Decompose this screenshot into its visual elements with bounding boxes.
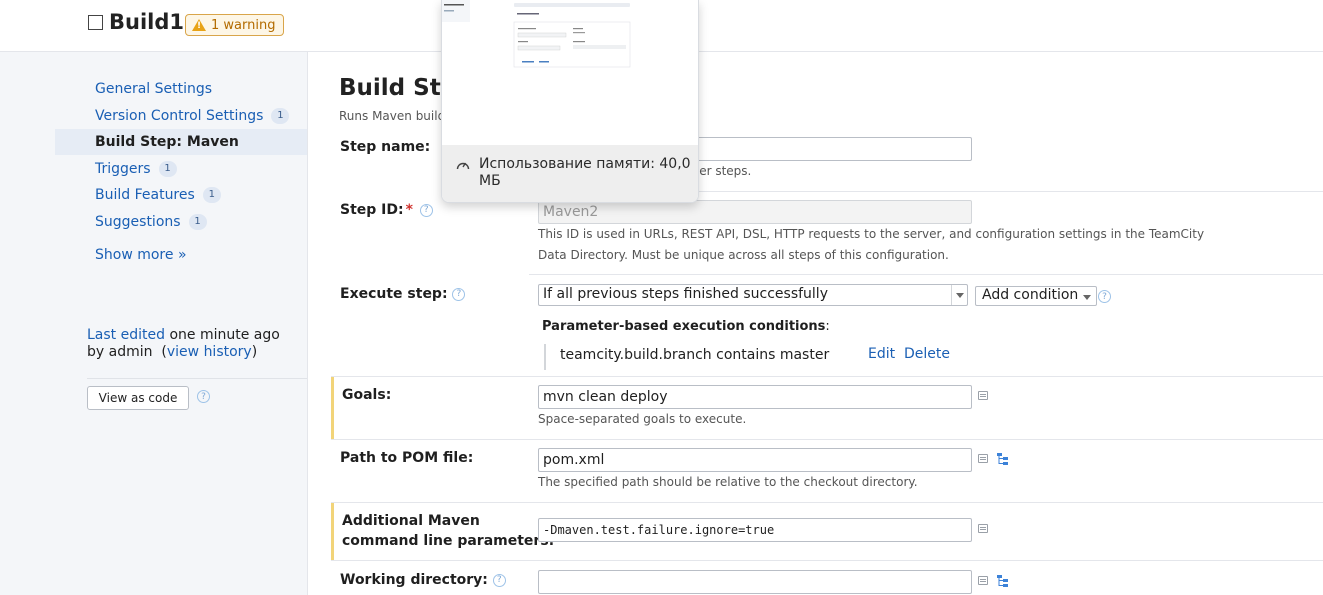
show-more-link[interactable]: Show more »: [95, 247, 187, 263]
maven-params-label: Additional Maven command line parameters…: [342, 513, 555, 549]
sidebar-item-build-step-maven[interactable]: Build Step: Maven: [55, 129, 307, 155]
chevron-down-icon: [951, 285, 967, 305]
count-badge: 1: [158, 161, 177, 177]
count-badge: 1: [271, 108, 290, 124]
step-name-label: Step name:: [340, 139, 431, 155]
sidebar-item-build-features[interactable]: Build Features 1: [55, 182, 307, 208]
sidebar-item-suggestions[interactable]: Suggestions 1: [55, 209, 307, 235]
sidebar-item-label: Build Step: Maven: [95, 134, 239, 150]
count-badge: 1: [202, 187, 221, 203]
text-editor-icon[interactable]: [978, 454, 988, 463]
divider: [87, 378, 307, 379]
text-editor-icon[interactable]: [978, 524, 988, 533]
help-icon[interactable]: ?: [197, 390, 210, 403]
count-badge: 1: [188, 214, 207, 230]
help-icon[interactable]: ?: [452, 287, 466, 301]
step-id-input[interactable]: Maven2: [538, 200, 972, 224]
edited-by: by admin: [87, 344, 153, 360]
goals-hint: Space-separated goals to execute.: [538, 412, 747, 426]
popup-footer: Использование памяти: 40,0 МБ: [442, 145, 698, 202]
page-subtitle: Runs Maven builds: [339, 109, 452, 123]
modified-indicator: [331, 377, 334, 439]
sidebar-item-general-settings[interactable]: General Settings: [55, 76, 307, 102]
divider: [331, 376, 1323, 377]
help-icon[interactable]: ?: [419, 203, 433, 217]
warning-icon: !: [192, 19, 206, 31]
tab-preview-thumbnail: [442, 0, 698, 145]
sidebar-item-label: Suggestions: [95, 214, 181, 230]
build-checkbox[interactable]: [88, 15, 103, 30]
divider: [331, 560, 1323, 561]
execute-step-value: If all previous steps finished successfu…: [543, 286, 828, 302]
divider: [331, 439, 1323, 440]
edit-condition-link[interactable]: Edit: [868, 346, 895, 362]
sidebar-item-version-control[interactable]: Version Control Settings 1: [55, 103, 307, 129]
sidebar-item-triggers[interactable]: Triggers 1: [55, 156, 307, 182]
page-thumbnail: [442, 0, 698, 145]
execute-step-label: Execute step: ?: [340, 284, 466, 304]
pom-label: Path to POM file:: [340, 450, 474, 466]
memory-usage-text: Использование памяти: 40,0 МБ: [479, 156, 691, 189]
pom-hint: The specified path should be relative to…: [538, 475, 918, 489]
condition-text: teamcity.build.branch contains master: [560, 347, 830, 363]
step-id-label: Step ID: * ?: [340, 200, 433, 220]
step-id-hint-line2: Data Directory. Must be unique across al…: [538, 248, 949, 262]
build-title[interactable]: Build1: [109, 10, 184, 34]
delete-condition-link[interactable]: Delete: [904, 346, 950, 362]
view-history-link[interactable]: view history: [167, 344, 252, 360]
sidebar-item-label: General Settings: [95, 81, 213, 97]
goals-input[interactable]: mvn clean deploy: [538, 385, 972, 409]
warning-label: 1 warning: [211, 17, 276, 33]
pom-path-input[interactable]: pom.xml: [538, 448, 972, 472]
sidebar-item-label: Version Control Settings: [95, 108, 264, 124]
sidebar-item-label: Build Features: [95, 187, 195, 203]
sidebar-item-label: Triggers: [95, 161, 151, 177]
sidebar: General Settings Version Control Setting…: [0, 52, 308, 595]
last-edited-time: one minute ago: [165, 327, 280, 343]
goals-label: Goals:: [342, 387, 392, 403]
speedometer-icon: [456, 162, 470, 170]
warning-badge[interactable]: ! 1 warning: [185, 14, 285, 36]
help-icon[interactable]: ?: [1098, 290, 1111, 303]
execute-step-select[interactable]: If all previous steps finished successfu…: [538, 284, 968, 306]
working-dir-input[interactable]: [538, 570, 972, 594]
last-edited-link[interactable]: Last edited: [87, 327, 165, 343]
add-condition-button[interactable]: Add condition: [975, 286, 1098, 306]
memory-usage-popup[interactable]: Использование памяти: 40,0 МБ: [441, 0, 699, 203]
modified-indicator: [331, 503, 334, 560]
file-tree-icon[interactable]: [996, 574, 1010, 588]
maven-params-textarea[interactable]: -Dmaven.test.failure.ignore=true: [538, 518, 972, 542]
text-editor-icon[interactable]: [978, 391, 988, 400]
page-title: Build Ste: [339, 75, 457, 101]
view-as-code-button[interactable]: View as code: [87, 386, 189, 410]
step-id-hint-line1: This ID is used in URLs, REST API, DSL, …: [538, 227, 1205, 241]
help-icon[interactable]: ?: [492, 573, 506, 587]
divider: [331, 502, 1323, 503]
last-edited-info: Last edited one minute ago by admin (vie…: [87, 327, 280, 360]
file-tree-icon[interactable]: [996, 452, 1010, 466]
working-dir-label: Working directory: ?: [340, 570, 506, 590]
text-editor-icon[interactable]: [978, 576, 988, 585]
conditions-title: Parameter-based execution conditions:: [542, 319, 830, 334]
divider: [529, 274, 1323, 275]
required-asterisk: *: [405, 202, 413, 218]
